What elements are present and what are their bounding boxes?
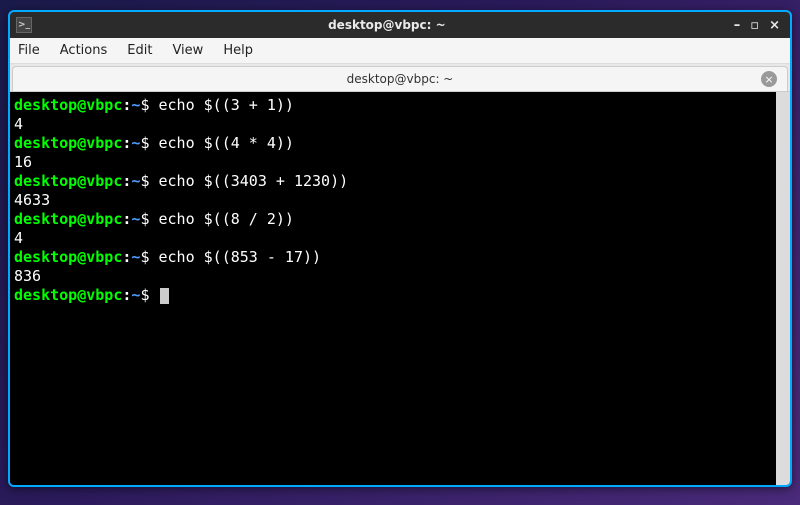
menubar: File Actions Edit View Help bbox=[10, 38, 790, 64]
menu-help[interactable]: Help bbox=[223, 43, 253, 58]
terminal-line: 4633 bbox=[14, 191, 772, 210]
terminal-line: 16 bbox=[14, 153, 772, 172]
terminal-line: 836 bbox=[14, 267, 772, 286]
tab-label: desktop@vbpc: ~ bbox=[347, 72, 454, 86]
terminal-line: desktop@vbpc:~$ echo $((3 + 1)) bbox=[14, 96, 772, 115]
menu-edit[interactable]: Edit bbox=[127, 43, 152, 58]
minimize-button[interactable]: – bbox=[734, 19, 741, 32]
terminal-app-icon: >_ bbox=[16, 17, 32, 33]
tabbar: desktop@vbpc: ~ × bbox=[10, 64, 790, 92]
tab-close-icon[interactable]: × bbox=[761, 71, 777, 87]
titlebar[interactable]: >_ desktop@vbpc: ~ – ▫ × bbox=[10, 12, 790, 38]
terminal-line: desktop@vbpc:~$ echo $((4 * 4)) bbox=[14, 134, 772, 153]
menu-view[interactable]: View bbox=[172, 43, 203, 58]
tab-active[interactable]: desktop@vbpc: ~ × bbox=[12, 66, 788, 91]
close-button[interactable]: × bbox=[769, 19, 780, 32]
scrollbar[interactable] bbox=[776, 92, 790, 485]
terminal-output[interactable]: desktop@vbpc:~$ echo $((3 + 1))4desktop@… bbox=[10, 92, 776, 485]
terminal-line: desktop@vbpc:~$ bbox=[14, 286, 772, 305]
maximize-button[interactable]: ▫ bbox=[750, 19, 759, 32]
terminal-line: desktop@vbpc:~$ echo $((8 / 2)) bbox=[14, 210, 772, 229]
terminal-window: >_ desktop@vbpc: ~ – ▫ × File Actions Ed… bbox=[8, 10, 792, 487]
window-controls: – ▫ × bbox=[734, 19, 784, 32]
terminal-line: desktop@vbpc:~$ echo $((853 - 17)) bbox=[14, 248, 772, 267]
terminal-line: desktop@vbpc:~$ echo $((3403 + 1230)) bbox=[14, 172, 772, 191]
window-title: desktop@vbpc: ~ bbox=[40, 18, 734, 32]
terminal-area: desktop@vbpc:~$ echo $((3 + 1))4desktop@… bbox=[10, 92, 790, 485]
menu-file[interactable]: File bbox=[18, 43, 40, 58]
terminal-line: 4 bbox=[14, 229, 772, 248]
menu-actions[interactable]: Actions bbox=[60, 43, 108, 58]
cursor bbox=[160, 288, 169, 304]
terminal-line: 4 bbox=[14, 115, 772, 134]
